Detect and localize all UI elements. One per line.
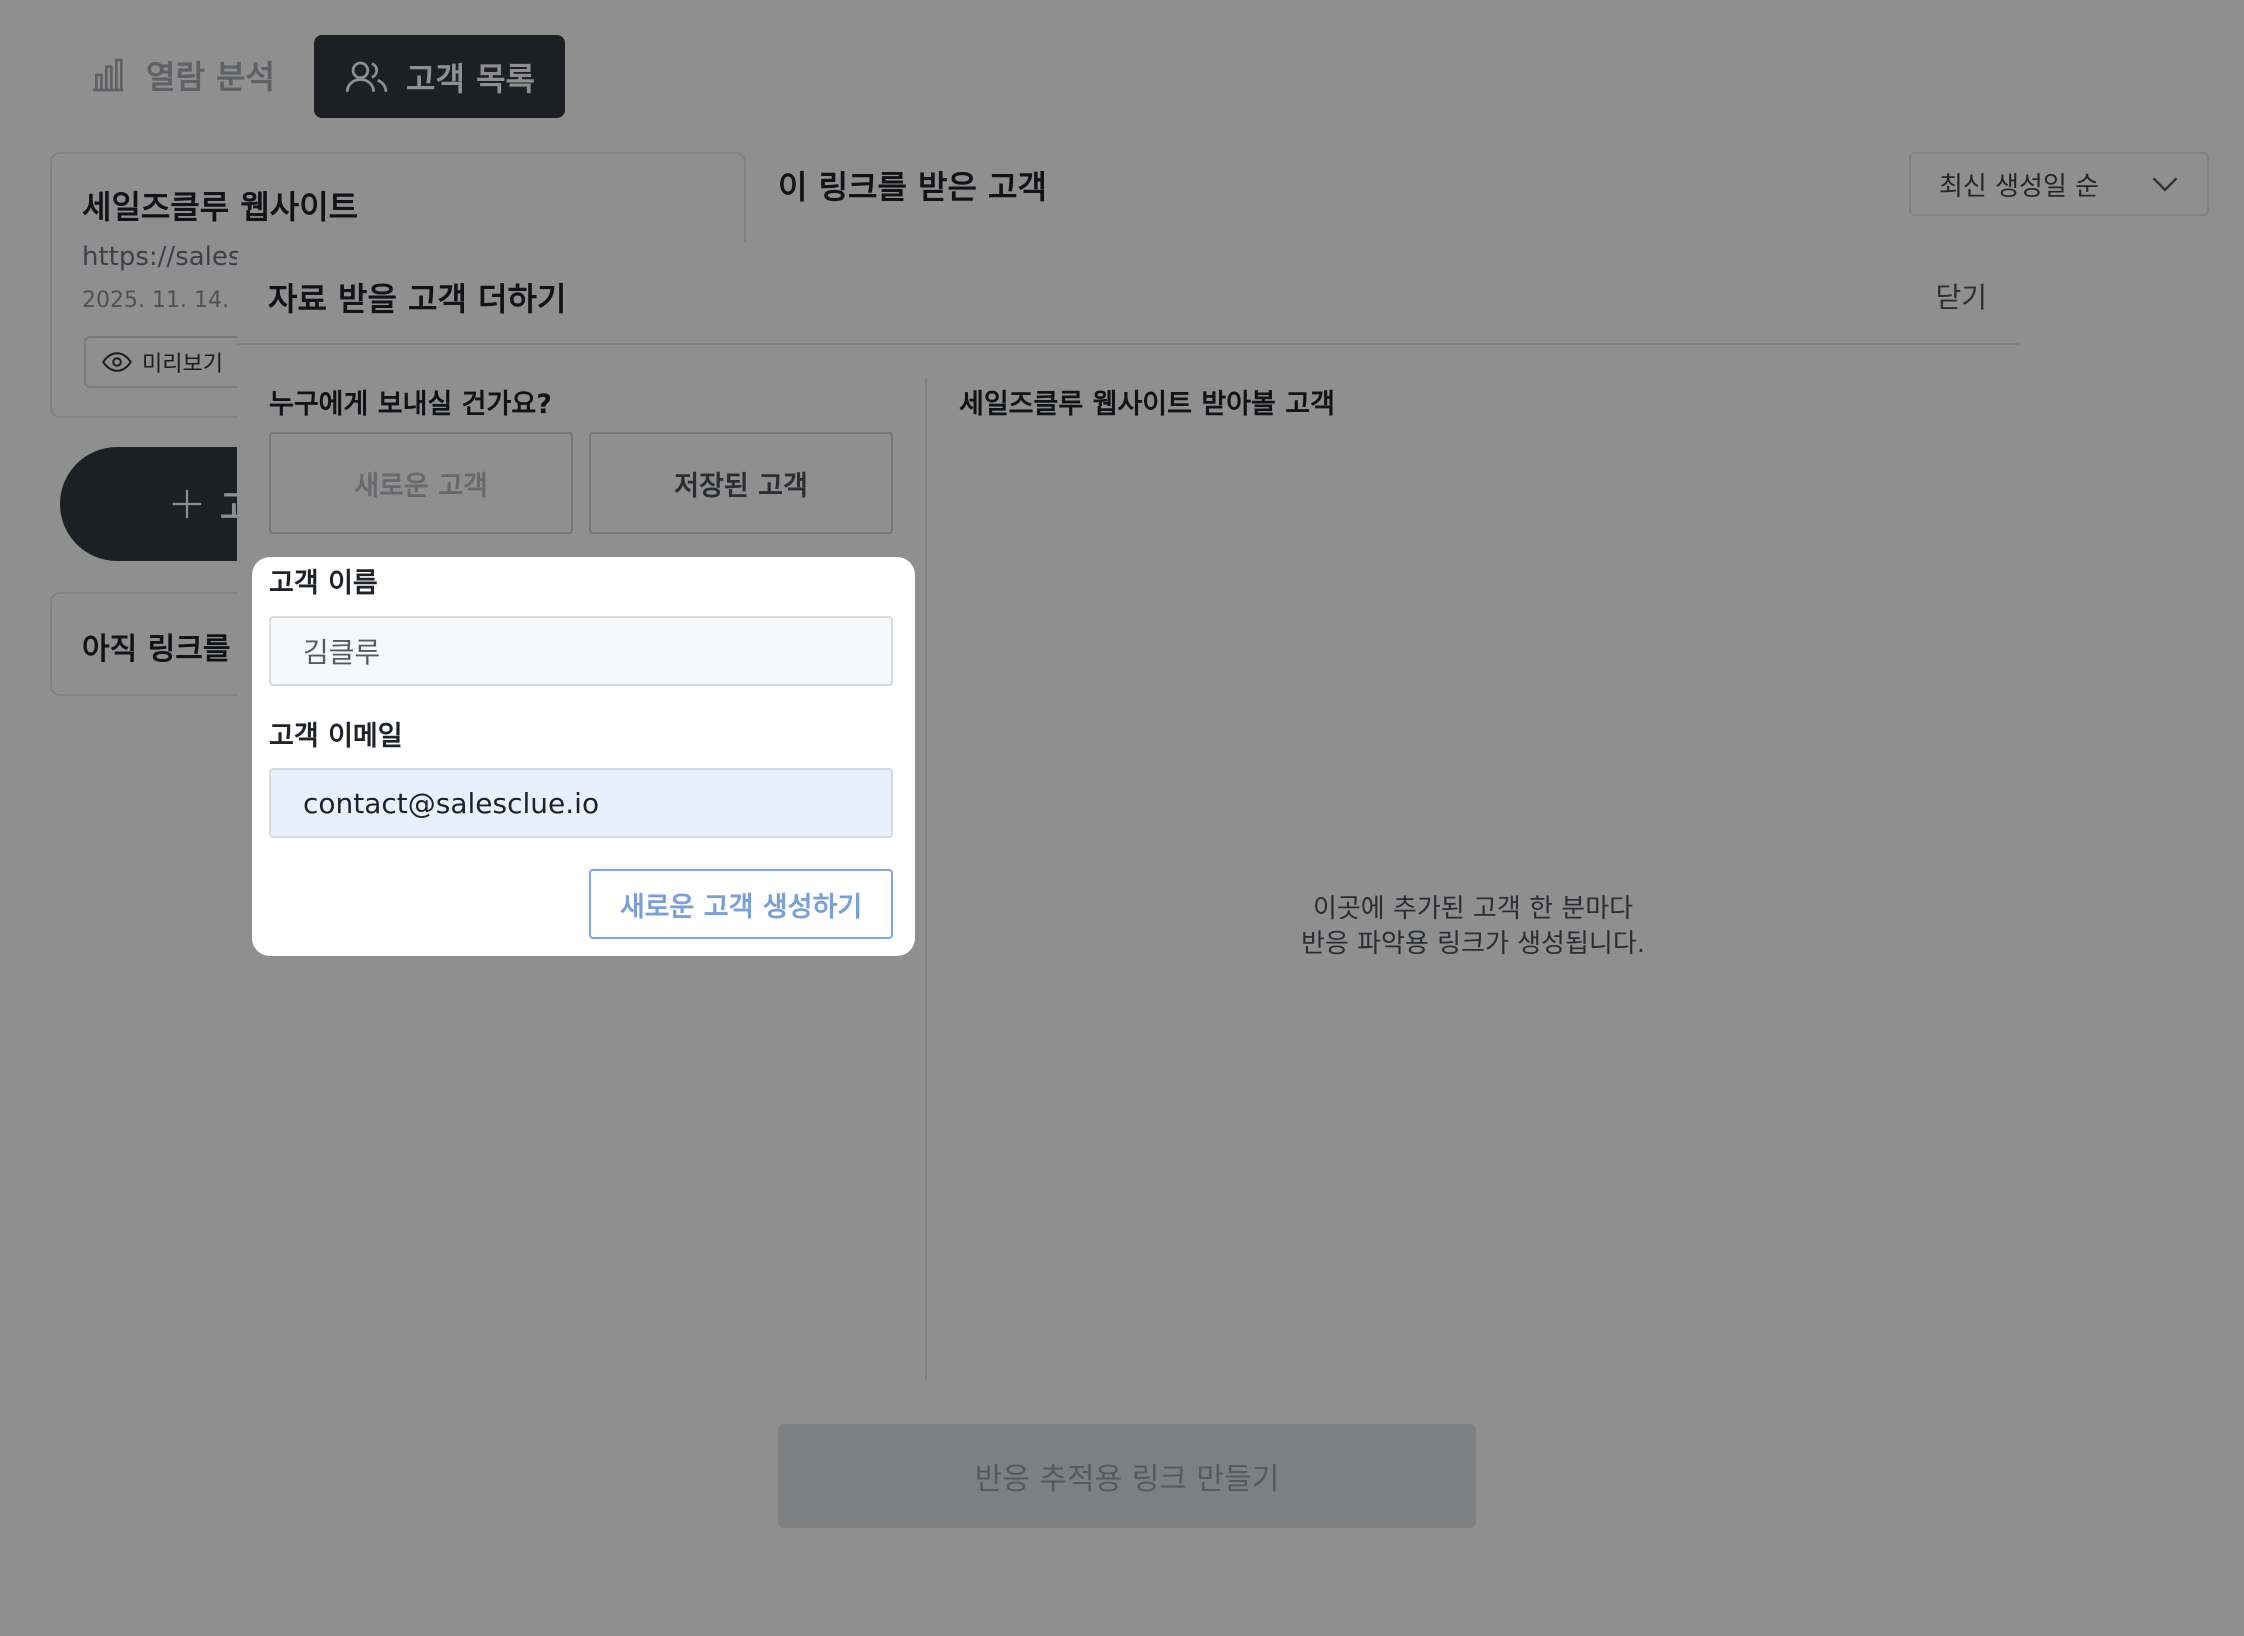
recipients-empty-state: 이곳에 추가된 고객 한 분마다 반응 파악용 링크가 생성됩니다. (959, 892, 1987, 962)
empty-state-line-2: 반응 파악용 링크가 생성됩니다. (1300, 929, 1646, 959)
customer-name-input[interactable]: 김클루 (269, 616, 893, 686)
close-button[interactable]: 닫기 (1935, 276, 1987, 316)
empty-state-line-1: 이곳에 추가된 고객 한 분마다 (1312, 894, 1634, 924)
recipients-panel-title: 세일즈클루 웹사이트 받아볼 고객 (959, 389, 1335, 420)
panel-divider (925, 378, 927, 1380)
saved-customer-tab[interactable]: 저장된 고객 (589, 432, 893, 534)
customer-email-label: 고객 이메일 (269, 721, 403, 752)
create-customer-button[interactable]: 새로운 고객 생성하기 (589, 869, 893, 939)
recipient-question: 누구에게 보내실 건가요? (269, 389, 552, 420)
customer-name-label: 고객 이름 (269, 568, 378, 599)
customer-email-input[interactable]: contact@salesclue.io (269, 768, 893, 838)
new-customer-form: 고객 이름 김클루 고객 이메일 contact@salesclue.io 새로… (252, 557, 915, 956)
new-customer-tab[interactable]: 새로운 고객 (269, 432, 573, 534)
modal-title: 자료 받을 고객 더하기 (268, 280, 567, 318)
page: 열람 분석 고객 목록 세일즈클루 웹사이트 https://sales 202… (0, 0, 2244, 1636)
modal-header: 자료 받을 고객 더하기 닫기 (237, 242, 2019, 345)
create-tracking-link-button[interactable]: 반응 추적용 링크 만들기 (778, 1424, 1476, 1528)
